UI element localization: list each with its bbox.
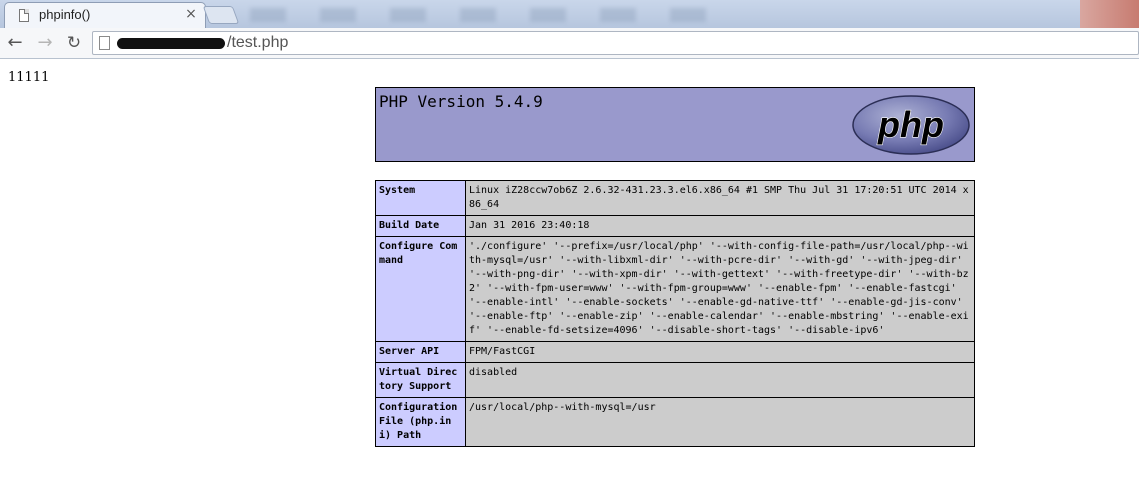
row-key: Build Date (375, 215, 466, 237)
tab-close-icon[interactable]: × (183, 6, 199, 22)
blurred-window-controls (1080, 0, 1139, 28)
table-row: Configure Command './configure' '--prefix… (375, 236, 975, 342)
row-value: Linux iZ28ccw7ob6Z 2.6.32-431.23.3.el6.x… (465, 180, 975, 216)
page-favicon-icon (19, 9, 29, 22)
row-key: Configuration File (php.ini) Path (375, 397, 466, 447)
tab-strip: phpinfo() × (0, 0, 1139, 28)
url-path: /test.php (227, 34, 289, 51)
row-key: Virtual Directory Support (375, 362, 466, 398)
row-key: System (375, 180, 466, 216)
svg-text:php: php (877, 104, 944, 145)
blurred-bookmarks (250, 8, 730, 22)
redacted-host (117, 38, 225, 49)
row-value: FPM/FastCGI (465, 341, 975, 363)
row-value: './configure' '--prefix=/usr/local/php' … (465, 236, 975, 342)
php-logo-icon: php (852, 95, 970, 155)
forward-icon[interactable]: → (34, 32, 56, 54)
php-version-title: PHP Version 5.4.9 (379, 92, 543, 111)
reload-icon[interactable]: ↻ (63, 32, 85, 54)
echo-output: 11111 (8, 70, 50, 85)
table-row: Build Date Jan 31 2016 23:40:18 (375, 215, 975, 237)
row-key: Configure Command (375, 236, 466, 342)
row-value: Jan 31 2016 23:40:18 (465, 215, 975, 237)
tab-title: phpinfo() (39, 7, 91, 22)
new-tab-button[interactable] (202, 6, 240, 24)
php-info-table: System Linux iZ28ccw7ob6Z 2.6.32-431.23.3… (375, 180, 975, 447)
table-row: Configuration File (php.ini) Path/usr/lo… (375, 397, 975, 447)
row-value: /usr/local/php--with-mysql=/usr (465, 397, 975, 447)
address-bar[interactable]: /test.php (92, 31, 1139, 55)
page-icon (99, 36, 110, 50)
table-row: System Linux iZ28ccw7ob6Z 2.6.32-431.23.3… (375, 180, 975, 216)
php-version-header: PHP Version 5.4.9 php (375, 87, 975, 162)
table-row: Virtual Directory Support disabled (375, 362, 975, 398)
row-key: Server API (375, 341, 466, 363)
browser-toolbar: ← → ↻ /test.php (0, 28, 1139, 59)
row-value: disabled (465, 362, 975, 398)
table-row: Server API FPM/FastCGI (375, 341, 975, 363)
tab-phpinfo[interactable]: phpinfo() × (4, 2, 206, 28)
back-icon[interactable]: ← (4, 32, 26, 54)
